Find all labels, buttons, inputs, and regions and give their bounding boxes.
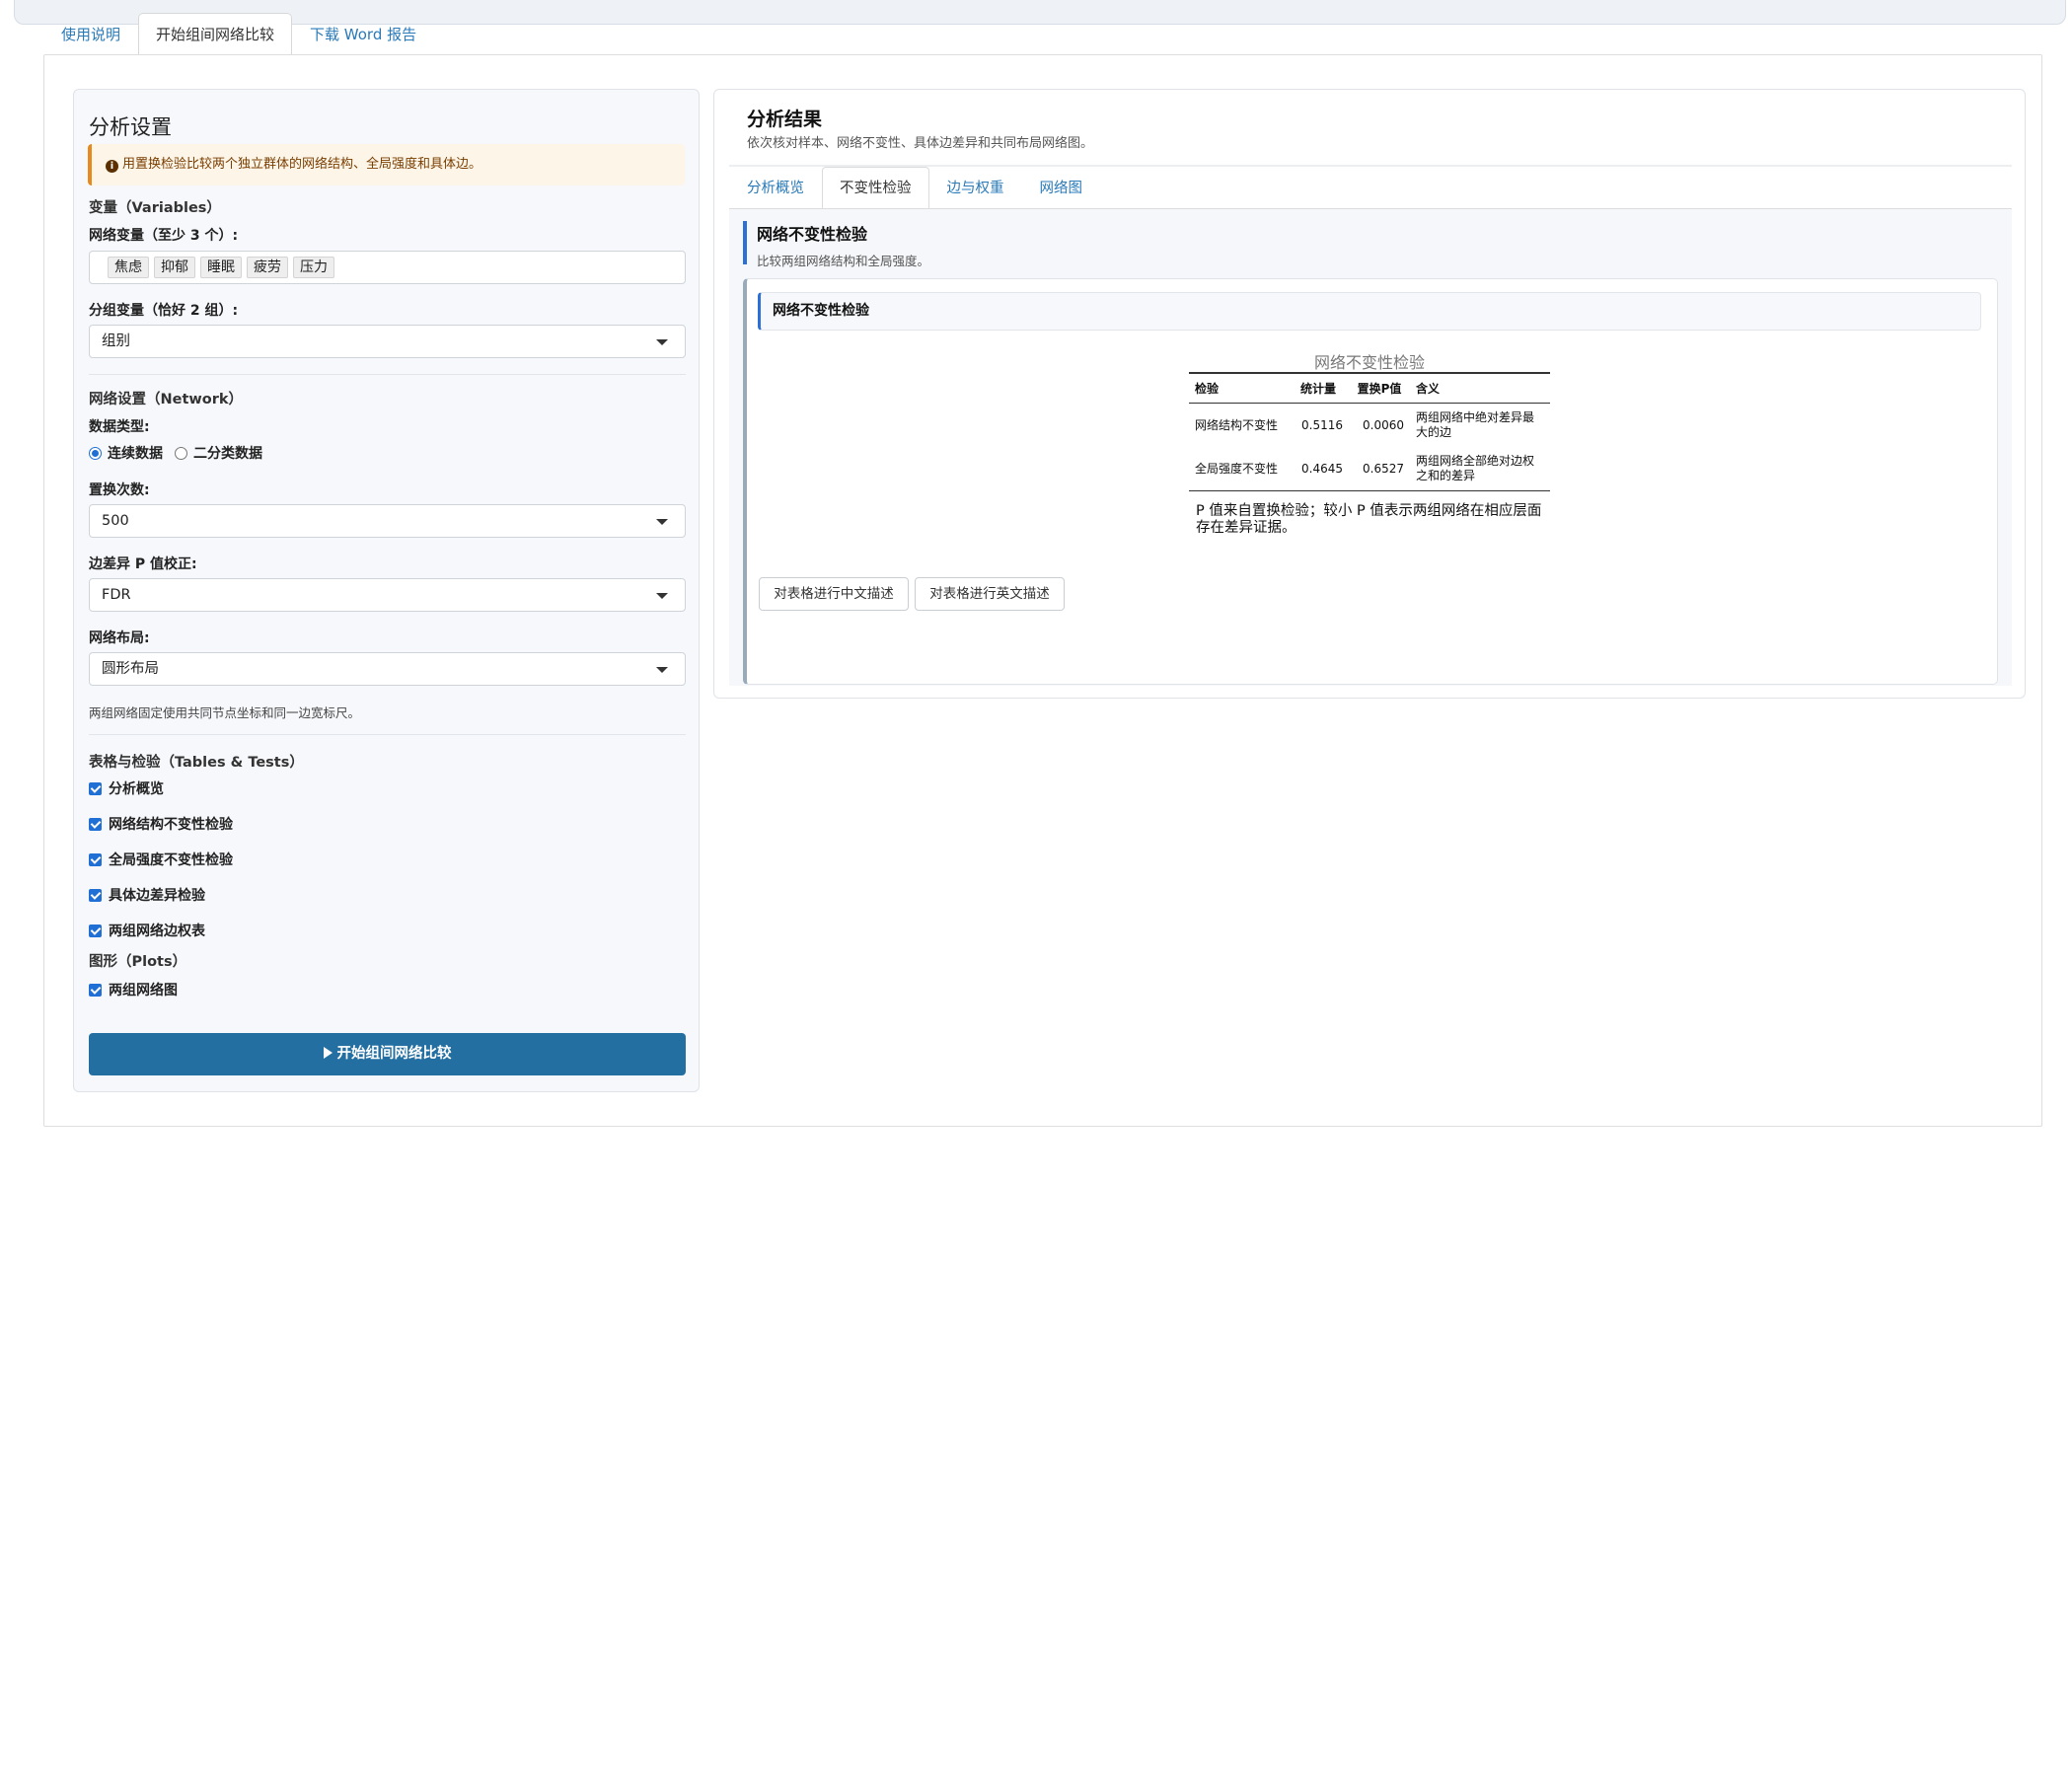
describe-english-button[interactable]: 对表格进行英文描述 (915, 577, 1065, 611)
layout-label: 网络布局: (89, 630, 150, 646)
chevron-down-icon (656, 339, 668, 345)
divider (89, 734, 686, 735)
results-tabs: 分析概览 不变性检验 边与权重 网络图 (729, 167, 1100, 208)
tab-network-plot[interactable]: 网络图 (1022, 167, 1101, 208)
p-adjust-label: 边差异 P 值校正: (89, 556, 197, 572)
checkbox-checked-icon (89, 983, 102, 997)
card-title: 网络不变性检验 (758, 292, 1981, 331)
check-edge-weight-table[interactable]: 两组网络边权表 (89, 921, 205, 940)
invariance-section-header: 网络不变性检验 比较两组网络结构和全局强度。 (743, 221, 929, 268)
check-overview[interactable]: 分析概览 (89, 778, 164, 798)
variables-section-heading: 变量（Variables） (89, 200, 221, 216)
col-header-p: 置换P值 (1349, 372, 1410, 404)
var-chip[interactable]: 压力 (293, 257, 334, 278)
layout-select[interactable]: 圆形布局 (89, 652, 686, 686)
group-var-select[interactable]: 组别 (89, 325, 686, 358)
cell-test: 网络结构不变性 (1195, 417, 1279, 432)
col-header-stat: 统计量 (1288, 372, 1349, 404)
chevron-down-icon (656, 667, 668, 673)
tab-invariance[interactable]: 不变性检验 (822, 167, 929, 208)
permutations-select[interactable]: 500 (89, 504, 686, 538)
group-var-label: 分组变量（恰好 2 组）: (89, 303, 239, 319)
chevron-down-icon (656, 593, 668, 599)
play-icon (323, 1047, 333, 1059)
var-chip[interactable]: 睡眠 (200, 257, 242, 278)
table-header-row: 检验 统计量 置换P值 含义 (1189, 372, 1550, 404)
cell-test: 全局强度不变性 (1189, 447, 1288, 491)
invariance-section-subtitle: 比较两组网络结构和全局强度。 (757, 254, 930, 268)
check-edge-difference[interactable]: 具体边差异检验 (89, 885, 205, 905)
checkbox-checked-icon (89, 924, 102, 937)
run-comparison-button[interactable]: 开始组间网络比较 (89, 1033, 686, 1075)
invariance-tab-content: 网络不变性检验 比较两组网络结构和全局强度。 网络不变性检验 网络不变性检验 检… (729, 208, 2012, 686)
invariance-table: 检验 统计量 置换P值 含义 网络结构不变性 0.5116 0.0060 两组网… (1189, 372, 1550, 491)
radio-binary[interactable]: 二分类数据 (175, 443, 262, 463)
col-header-meaning: 含义 (1410, 372, 1550, 404)
results-subtitle: 依次核对样本、网络不变性、具体边差异和共同布局网络图。 (747, 136, 1094, 151)
cell-stat: 0.4645 (1288, 447, 1349, 491)
table-row: 全局强度不变性 0.4645 0.6527 两组网络全部绝对边权之和的差异 (1189, 447, 1550, 491)
check-network-plot[interactable]: 两组网络图 (89, 980, 178, 999)
cell-stat: 0.5116 (1301, 417, 1343, 432)
invariance-section-title: 网络不变性检验 (757, 225, 868, 244)
results-title: 分析结果 (747, 109, 823, 130)
radio-continuous[interactable]: 连续数据 (89, 443, 163, 463)
info-icon: i (106, 160, 118, 173)
var-chip[interactable]: 疲劳 (247, 257, 288, 278)
tables-section-heading: 表格与检验（Tables & Tests） (89, 755, 304, 771)
settings-title: 分析设置 (89, 115, 172, 139)
radio-empty-icon (175, 447, 187, 460)
col-header-test: 检验 (1189, 372, 1288, 404)
cell-meaning: 两组网络中绝对差异最大的边 (1416, 410, 1535, 439)
tab-edges-weights[interactable]: 边与权重 (929, 167, 1022, 208)
table-caption: 网络不变性检验 (1313, 353, 1425, 372)
settings-panel: 分析设置 i 用置换检验比较两个独立群体的网络结构、全局强度和具体边。 变量（Va… (73, 89, 700, 1092)
radio-selected-icon (89, 447, 102, 460)
check-strength-invariance[interactable]: 全局强度不变性检验 (89, 850, 233, 869)
invariance-card: 网络不变性检验 网络不变性检验 检验 统计量 置换P值 含义 网络结构不变性 0… (743, 278, 1998, 685)
plots-section-heading: 图形（Plots） (89, 954, 187, 970)
p-adjust-select[interactable]: FDR (89, 578, 686, 612)
tab-download-report[interactable]: 下载 Word 报告 (292, 13, 434, 55)
tab-start-comparison[interactable]: 开始组间网络比较 (138, 13, 293, 55)
checkbox-checked-icon (89, 888, 102, 902)
divider (89, 374, 686, 375)
describe-chinese-button[interactable]: 对表格进行中文描述 (759, 577, 909, 611)
table-note: P 值来自置换检验；较小 P 值表示两组网络在相应层面存在差异证据。 (1196, 503, 1542, 536)
network-vars-label: 网络变量（至少 3 个）: (89, 228, 239, 244)
data-type-radio-group: 连续数据 二分类数据 (89, 443, 262, 463)
permutations-label: 置换次数: (89, 482, 150, 498)
chevron-down-icon (656, 519, 668, 525)
tab-overview[interactable]: 分析概览 (729, 167, 822, 208)
data-type-label: 数据类型: (89, 419, 150, 435)
layout-hint: 两组网络固定使用共同节点坐标和同一边宽标尺。 (89, 705, 361, 720)
info-alert: i 用置换检验比较两个独立群体的网络结构、全局强度和具体边。 (88, 144, 685, 185)
network-vars-input[interactable]: 焦虑 抑郁 睡眠 疲劳 压力 (89, 251, 686, 284)
tab-instructions[interactable]: 使用说明 (43, 13, 138, 55)
checkbox-checked-icon (89, 852, 102, 866)
cell-meaning: 两组网络全部绝对边权之和的差异 (1410, 447, 1550, 491)
check-structure-invariance[interactable]: 网络结构不变性检验 (89, 814, 233, 834)
checkbox-checked-icon (89, 781, 102, 795)
network-section-heading: 网络设置（Network） (89, 392, 244, 407)
var-chip[interactable]: 抑郁 (154, 257, 195, 278)
table-row: 网络结构不变性 0.5116 0.0060 两组网络中绝对差异最大的边 (1189, 404, 1550, 448)
checkbox-checked-icon (89, 817, 102, 831)
cell-p: 0.6527 (1349, 447, 1410, 491)
main-tabs: 使用说明 开始组间网络比较 下载 Word 报告 (43, 13, 434, 55)
cell-p: 0.0060 (1363, 417, 1404, 432)
var-chip[interactable]: 焦虑 (108, 257, 149, 278)
results-panel: 分析结果 依次核对样本、网络不变性、具体边差异和共同布局网络图。 分析概览 不变… (713, 89, 2026, 699)
